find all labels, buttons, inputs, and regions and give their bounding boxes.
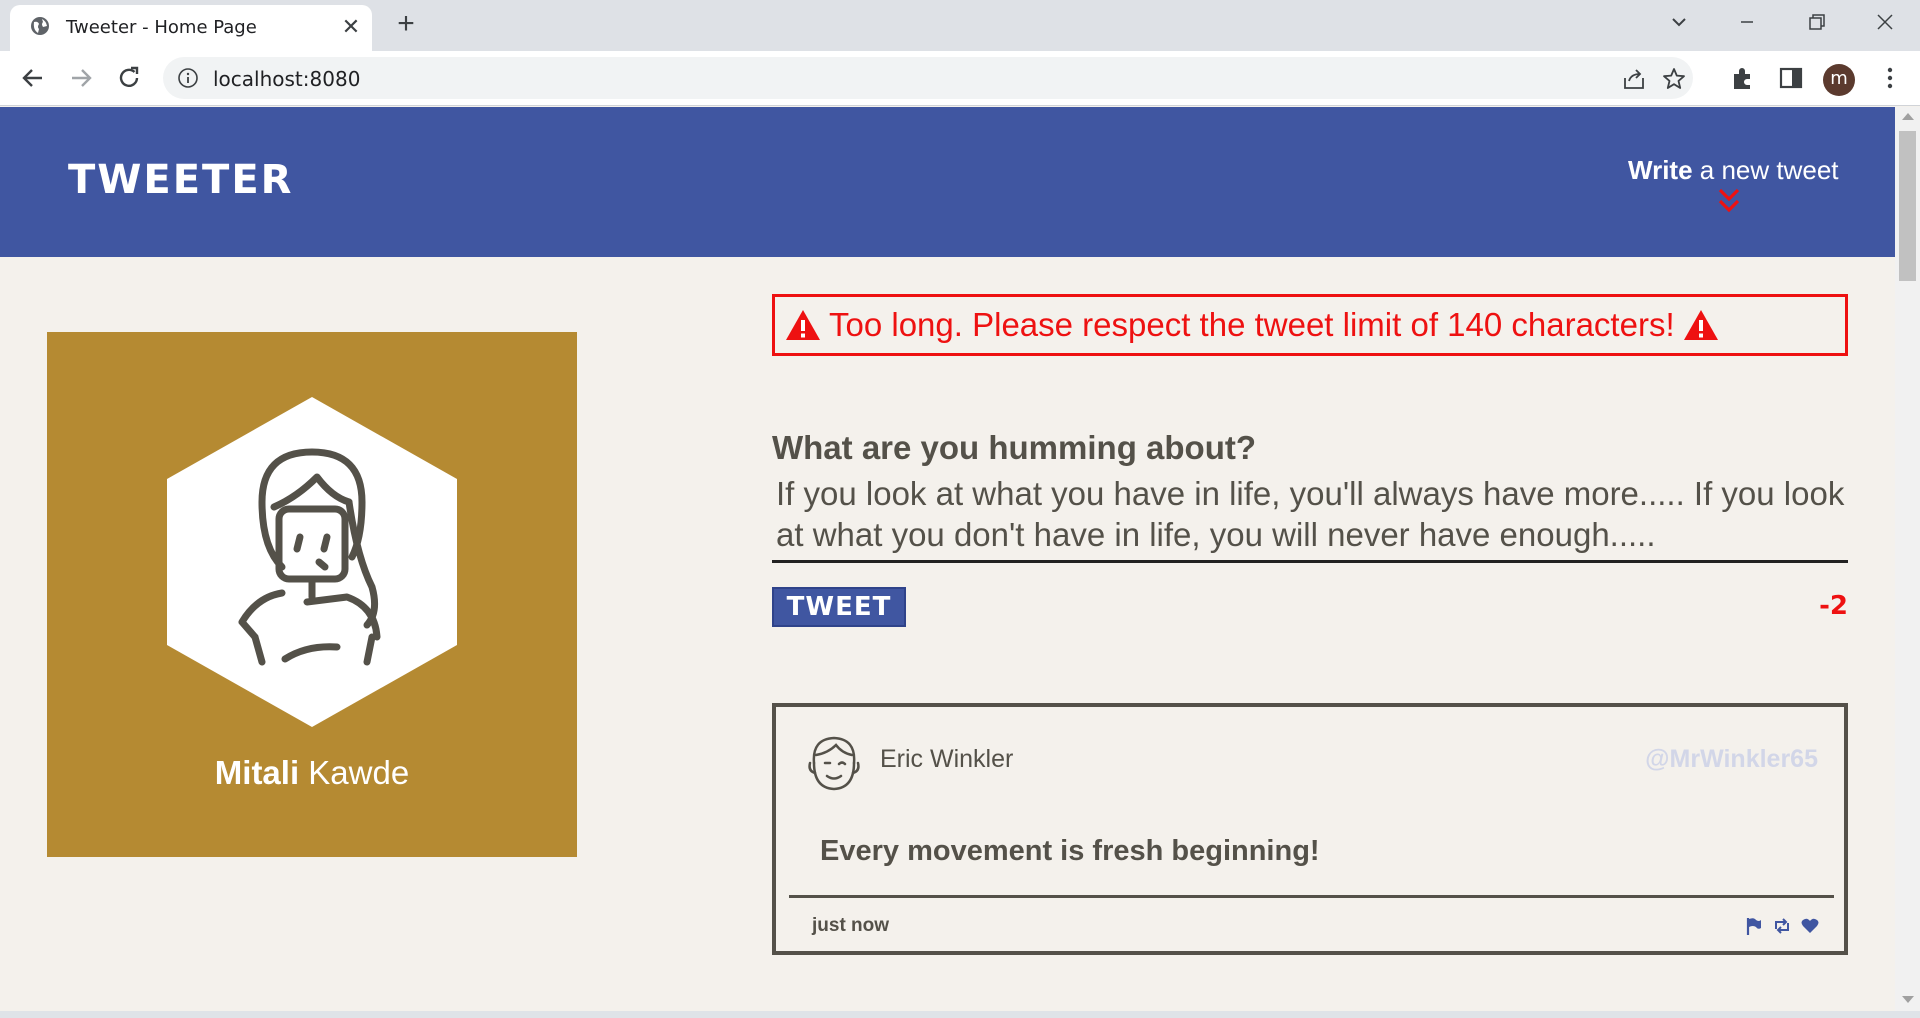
compose-underline xyxy=(772,560,1848,563)
tweet-content: Every movement is fresh beginning! xyxy=(820,835,1320,867)
share-icon[interactable] xyxy=(1621,66,1647,92)
write-bold-label: Write xyxy=(1628,155,1693,185)
warning-icon xyxy=(1683,310,1718,340)
browser-tab-bar: Tweeter - Home Page ✕ + xyxy=(0,0,1920,51)
browser-tab[interactable]: Tweeter - Home Page ✕ xyxy=(10,5,372,51)
page-viewport: TWEETER Write a new tweet Mitali Kawde T… xyxy=(0,107,1895,1011)
character-counter: -2 xyxy=(1819,591,1848,621)
restore-icon[interactable] xyxy=(1799,8,1833,36)
tweet-divider xyxy=(789,895,1834,898)
user-profile-card: Mitali Kawde xyxy=(47,332,577,857)
extensions-icon[interactable] xyxy=(1729,64,1757,92)
tweet-timestamp: just now xyxy=(812,915,890,936)
retweet-icon[interactable] xyxy=(1772,916,1792,936)
scroll-thumb[interactable] xyxy=(1899,131,1916,281)
bookmark-star-icon[interactable] xyxy=(1661,66,1687,92)
back-arrow-icon[interactable] xyxy=(16,61,50,95)
tweet-author-handle: @MrWinkler65 xyxy=(1645,745,1818,773)
more-menu-icon[interactable] xyxy=(1876,64,1904,92)
side-panel-icon[interactable] xyxy=(1777,64,1805,92)
minimize-icon[interactable] xyxy=(1730,8,1764,36)
reload-icon[interactable] xyxy=(112,61,146,95)
tab-title: Tweeter - Home Page xyxy=(66,17,257,38)
warning-icon xyxy=(786,310,820,340)
compose-label: What are you humming about? xyxy=(772,429,1256,466)
new-tab-icon[interactable]: + xyxy=(390,9,422,41)
scroll-down-arrow-icon[interactable] xyxy=(1902,996,1914,1003)
scroll-up-arrow-icon[interactable] xyxy=(1902,113,1914,120)
user-face-icon xyxy=(808,736,860,791)
globe-icon xyxy=(31,17,49,35)
tweet-author-name: Eric Winkler xyxy=(880,745,1014,773)
first-name: Mitali xyxy=(214,754,300,791)
page-scrollbar[interactable] xyxy=(1895,107,1920,1011)
error-message: Too long. Please respect the tweet limit… xyxy=(772,294,1848,356)
forward-arrow-icon[interactable] xyxy=(64,61,98,95)
tab-search-chevron-icon[interactable] xyxy=(1662,8,1696,36)
tweet-submit-button[interactable]: TWEET xyxy=(772,587,906,627)
profile-avatar[interactable]: m xyxy=(1823,64,1855,96)
last-name: Kawde xyxy=(299,754,410,791)
tweet-textarea[interactable]: If you look at what you have in life, yo… xyxy=(776,473,1848,555)
url-text: localhost:8080 xyxy=(213,67,361,91)
write-new-tweet-link[interactable]: Write a new tweet xyxy=(1628,155,1839,186)
profile-name: Mitali Kawde xyxy=(47,754,577,792)
address-bar[interactable]: localhost:8080 xyxy=(163,57,1693,99)
logo[interactable]: TWEETER xyxy=(68,157,293,203)
flag-icon[interactable] xyxy=(1744,916,1764,936)
close-window-icon[interactable] xyxy=(1868,8,1902,36)
browser-toolbar: localhost:8080 m xyxy=(0,51,1920,106)
error-text: Too long. Please respect the tweet limit… xyxy=(829,306,1675,343)
window-bottom-edge xyxy=(0,1011,1920,1018)
tweet-card: Eric Winkler @MrWinkler65 Every movement… xyxy=(772,703,1848,955)
site-info-icon[interactable] xyxy=(177,67,199,89)
tab-close-icon[interactable]: ✕ xyxy=(338,14,364,40)
double-chevron-down-icon[interactable] xyxy=(1717,187,1741,215)
top-nav: TWEETER Write a new tweet xyxy=(0,107,1895,257)
heart-icon[interactable] xyxy=(1800,916,1820,936)
user-avatar xyxy=(167,397,457,727)
write-rest-label: a new tweet xyxy=(1692,155,1839,185)
